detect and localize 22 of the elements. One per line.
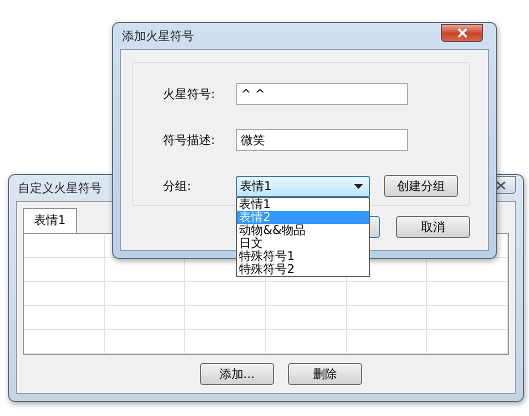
dialog-title: 添加火星符号 (121, 28, 194, 44)
create-group-button[interactable]: 创建分组 (384, 175, 458, 197)
field-label: 火星符号: (163, 86, 216, 102)
group-dropdown[interactable]: 表情1 (236, 176, 370, 196)
close-button[interactable] (441, 24, 483, 42)
dropdown-option[interactable]: 表情1 (237, 198, 369, 210)
cancel-button[interactable]: 取消 (396, 216, 470, 238)
close-icon (456, 28, 468, 38)
field-label: 符号描述: (163, 132, 216, 148)
field-label: 分组: (163, 178, 192, 194)
dropdown-option[interactable]: 特殊符号1 (237, 250, 369, 262)
tab[interactable]: 表情1 (23, 208, 77, 233)
dialog-button[interactable]: 添加... (200, 363, 274, 385)
dropdown-option[interactable]: 日文 (237, 236, 369, 250)
input-field[interactable]: ^ ^ (236, 83, 408, 105)
caret-icon (354, 184, 363, 188)
window-title: 自定义火星符号 (17, 180, 102, 196)
dropdown-option[interactable]: 特殊符号2 (237, 262, 369, 276)
input-field[interactable]: 微笑 (236, 129, 408, 151)
close-icon (496, 180, 506, 190)
dropdown-option[interactable]: 动物&&物品 (237, 224, 369, 236)
dialog-button[interactable]: 删除 (288, 363, 362, 385)
